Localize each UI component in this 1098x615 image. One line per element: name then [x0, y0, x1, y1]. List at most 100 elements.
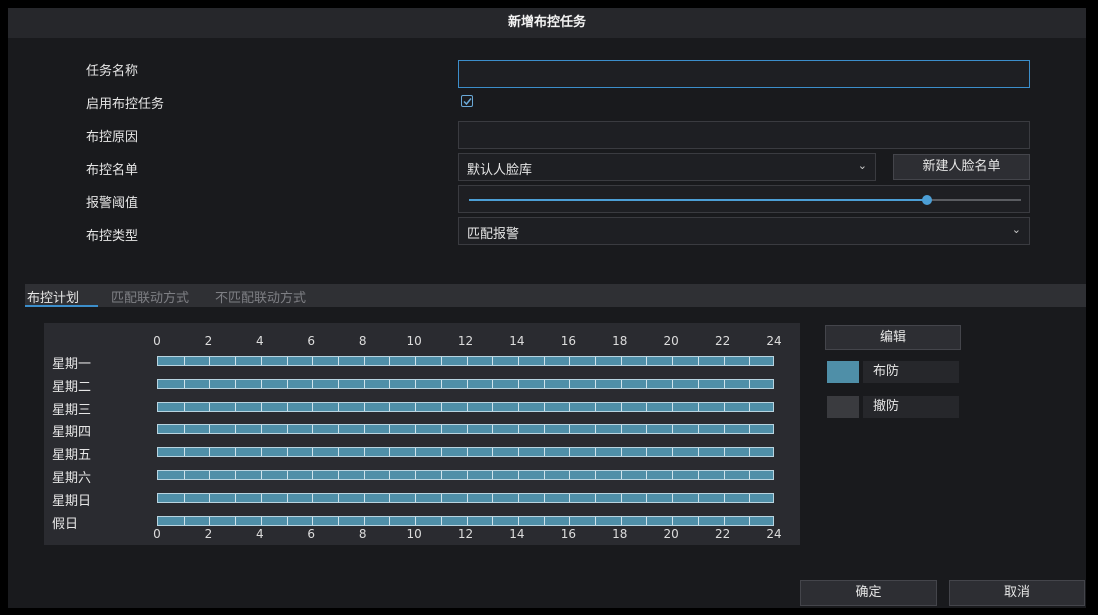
hour-divider	[183, 357, 185, 365]
hour-divider	[286, 402, 288, 411]
cancel-button[interactable]: 取消	[949, 580, 1085, 606]
hour-divider	[749, 425, 751, 434]
active-tab-indicator	[25, 305, 98, 307]
hour-divider	[312, 516, 314, 525]
hour-divider	[543, 493, 545, 502]
reason-input[interactable]	[458, 121, 1030, 149]
hour-divider	[440, 402, 442, 411]
enable-task-checkbox[interactable]	[461, 95, 473, 107]
hour-divider	[337, 516, 339, 525]
tab-match-linkage[interactable]: 匹配联动方式	[111, 287, 189, 306]
ok-button[interactable]: 确定	[800, 580, 937, 606]
hour-divider	[415, 379, 417, 388]
hour-divider	[260, 448, 262, 457]
type-select-value: 匹配报警	[467, 227, 520, 242]
hour-divider	[209, 516, 211, 525]
day-schedule-bar[interactable]	[157, 424, 774, 435]
hour-divider	[183, 471, 185, 479]
new-face-list-button[interactable]: 新建人脸名单	[893, 154, 1030, 180]
hour-divider	[697, 425, 699, 434]
schedule-grid[interactable]: 0 0 2 2 4 4 6 6 8 8 10 10 12 12 14 14 16 16 18 18 20 20 22 22 24…	[44, 323, 800, 545]
disarmed-color-swatch[interactable]	[827, 396, 859, 418]
armed-color-swatch[interactable]	[827, 361, 859, 383]
day-schedule-bar[interactable]	[157, 492, 774, 503]
day-schedule-bar[interactable]	[157, 515, 774, 526]
hour-divider	[209, 379, 211, 388]
hour-divider	[749, 448, 751, 457]
hour-divider	[620, 379, 622, 388]
hour-divider	[595, 402, 597, 411]
reason-label: 布控原因	[86, 130, 139, 145]
slider-handle[interactable]	[922, 195, 933, 205]
day-schedule-bar[interactable]	[157, 447, 774, 458]
hour-divider	[492, 357, 494, 365]
list-select[interactable]: 默认人脸库 ⌄	[458, 153, 876, 181]
hour-label-top: 18	[612, 334, 628, 348]
hour-divider	[286, 493, 288, 502]
hour-divider	[723, 471, 725, 479]
hour-divider	[286, 471, 288, 479]
hour-divider	[286, 516, 288, 525]
task-name-input[interactable]	[458, 60, 1030, 88]
hour-divider	[569, 471, 571, 479]
hour-divider	[260, 379, 262, 388]
hour-divider	[672, 448, 674, 457]
hour-divider	[697, 379, 699, 388]
hour-label-bottom: 18	[612, 527, 628, 541]
hour-divider	[415, 471, 417, 479]
hour-divider	[517, 448, 519, 457]
hour-divider	[595, 379, 597, 388]
hour-divider	[569, 448, 571, 457]
hour-divider	[697, 516, 699, 525]
hour-divider	[286, 448, 288, 457]
tab-mismatch-linkage[interactable]: 不匹配联动方式	[215, 287, 306, 306]
day-schedule-bar[interactable]	[157, 378, 774, 389]
edit-schedule-button[interactable]: 编辑	[825, 325, 961, 350]
hour-divider	[697, 471, 699, 479]
hour-label-bottom: 4	[256, 527, 264, 541]
hour-label-top: 22	[714, 334, 731, 348]
hour-divider	[363, 425, 365, 434]
hour-divider	[595, 357, 597, 365]
tab-schedule[interactable]: 布控计划	[27, 287, 79, 306]
hour-label-bottom: 20	[663, 527, 679, 541]
hour-divider	[440, 425, 442, 434]
day-schedule-bar[interactable]	[157, 401, 774, 412]
hour-divider	[517, 402, 519, 411]
hour-divider	[389, 402, 391, 411]
hour-divider	[183, 493, 185, 502]
hour-label-bottom: 16	[560, 527, 576, 541]
hour-divider	[260, 493, 262, 502]
hour-divider	[440, 357, 442, 365]
hour-divider	[337, 493, 339, 502]
hour-divider	[595, 471, 597, 479]
hour-label-top: 6	[307, 334, 316, 348]
hour-divider	[209, 425, 211, 434]
hour-divider	[646, 402, 648, 411]
hour-divider	[209, 357, 211, 365]
hour-divider	[363, 379, 365, 388]
hour-divider	[363, 516, 365, 525]
day-schedule-bar[interactable]	[157, 356, 774, 366]
hour-divider	[492, 379, 494, 388]
threshold-slider[interactable]	[458, 185, 1030, 213]
hour-divider	[595, 493, 597, 502]
hour-divider	[672, 471, 674, 479]
hour-divider	[209, 402, 211, 411]
day-schedule-bar[interactable]	[157, 470, 774, 480]
hour-divider	[620, 448, 622, 457]
hour-divider	[620, 493, 622, 502]
hour-divider	[260, 516, 262, 525]
check-icon	[463, 98, 472, 106]
day-label: 星期六	[52, 471, 92, 486]
type-select[interactable]: 匹配报警 ⌄	[458, 217, 1030, 245]
type-label: 布控类型	[86, 229, 139, 244]
hour-divider	[260, 357, 262, 365]
hour-divider	[595, 425, 597, 434]
hour-divider	[620, 516, 622, 525]
hour-divider	[723, 357, 725, 365]
hour-divider	[646, 471, 648, 479]
hour-divider	[723, 379, 725, 388]
hour-divider	[492, 516, 494, 525]
hour-divider	[517, 379, 519, 388]
